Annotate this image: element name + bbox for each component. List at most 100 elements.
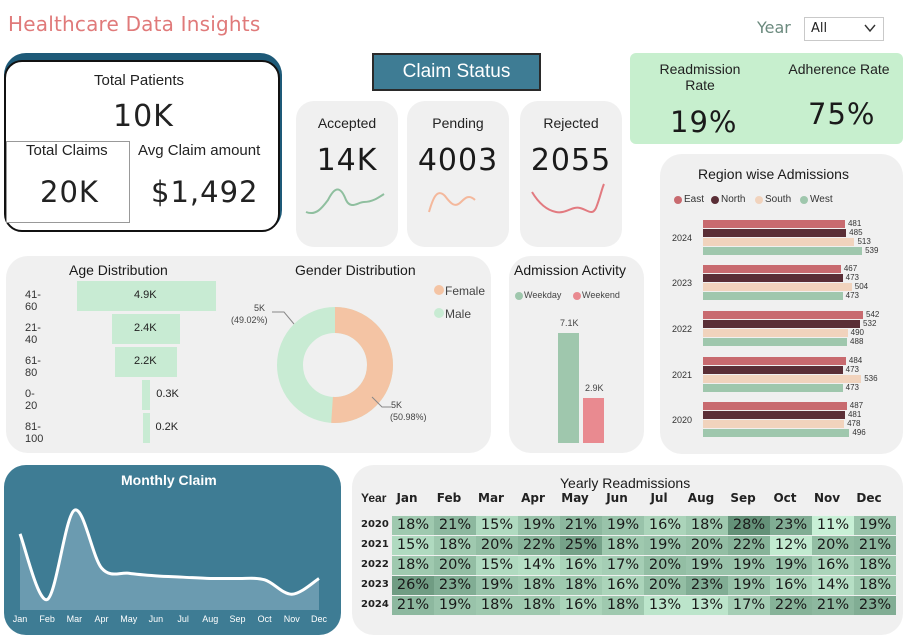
heatmap-cell: 16% (602, 576, 644, 595)
heatmap-month-header: Aug (687, 491, 715, 505)
heatmap-cell: 15% (392, 536, 434, 555)
region-bar-west (703, 429, 850, 437)
legend-north-swatch (711, 196, 719, 204)
gender-distribution-title: Gender Distribution (295, 262, 416, 278)
heatmap-cell: 19% (728, 576, 770, 595)
region-value-label: 473 (845, 291, 859, 300)
month-tick-label: Sep (229, 614, 245, 624)
heatmap-month-header: Jul (650, 491, 668, 505)
heatmap-cell: 16% (560, 556, 602, 575)
monthly-claim-chart: Jan Feb Mar Apr May Jun Jul Aug Sep Oct Nov Dec (13, 508, 327, 624)
pending-value: 4003 (417, 143, 499, 178)
heatmap-cell: 23% (770, 516, 812, 535)
yearly-readmissions-title: Yearly Readmissions (560, 475, 691, 491)
monthly-claim-area (20, 509, 319, 610)
heatmap-month-header: Jun (606, 491, 628, 505)
heatmap-month-header: Oct (773, 491, 797, 505)
heatmap-cell: 18% (434, 536, 476, 555)
heatmap-cell: 17% (602, 556, 644, 575)
total-patients-label: Total Patients (94, 72, 185, 89)
heatmap-cell: 21% (812, 596, 854, 615)
heatmap-cell: 19% (728, 556, 770, 575)
heatmap-cell: 19% (686, 556, 728, 575)
month-tick-label: Feb (39, 614, 55, 624)
heatmap-month-header: May (561, 491, 589, 505)
legend-north-label: North (721, 194, 746, 205)
month-tick-label: Jan (13, 614, 28, 624)
month-tick-label: Jun (149, 614, 164, 624)
heatmap-corner-label: Year (361, 491, 387, 505)
heatmap-cell: 18% (392, 556, 434, 575)
region-bar-west (703, 384, 843, 392)
age-value-label: 4.9K (134, 289, 157, 301)
accepted-value: 14K (316, 143, 378, 178)
region-bar-south (703, 329, 848, 337)
legend-south-label: South (765, 194, 792, 205)
heatmap-cell: 20% (644, 556, 686, 575)
heatmap-cell: 14% (518, 556, 560, 575)
heatmap-year-label: 2023 (361, 579, 389, 590)
age-bar (142, 413, 150, 443)
region-year-label: 2020 (672, 415, 693, 425)
heatmap-cell: 23% (686, 576, 728, 595)
heatmap-month-header: Jan (396, 491, 418, 505)
region-value-label: 478 (847, 419, 861, 428)
heatmap-cell: 25% (560, 536, 602, 555)
region-bar-south (703, 283, 852, 291)
chevron-down-icon (864, 24, 876, 33)
heatmap-cell: 17% (728, 596, 770, 615)
legend-west-label: West (810, 194, 833, 205)
heatmap-cell: 13% (644, 596, 686, 615)
legend-south-swatch (755, 196, 763, 204)
heatmap-cell: 18% (602, 596, 644, 615)
readmission-rate-label: Readmission Rate (659, 61, 741, 93)
heatmap-month-header: Nov (813, 491, 841, 505)
region-value-label: 532 (863, 319, 877, 328)
year-dropdown-value: All (811, 21, 828, 36)
region-bar-east (703, 220, 845, 228)
region-bar-west (703, 247, 863, 255)
age-value-label: 2.2K (134, 355, 157, 367)
heatmap-cell: 16% (812, 556, 854, 575)
heatmap-cell: 18% (686, 516, 728, 535)
weekday-bar (558, 333, 579, 443)
region-bar-west (703, 292, 843, 300)
heatmap-month-header: Apr (521, 491, 545, 505)
avg-claim-label: Avg Claim amount (138, 142, 261, 159)
weekend-bar (583, 398, 604, 443)
heatmap-cell: 21% (392, 596, 434, 615)
male-value-label: 5K (254, 303, 266, 313)
region-value-label: 488 (850, 337, 864, 346)
heatmap-cell: 22% (728, 536, 770, 555)
region-value-label: 490 (850, 328, 864, 337)
legend-weekday-swatch (515, 292, 523, 300)
legend-weekend-label: Weekend (582, 290, 620, 300)
heatmap-cell: 21% (854, 536, 896, 555)
region-value-label: 487 (849, 401, 864, 410)
heatmap-cell: 15% (476, 556, 518, 575)
rejected-label: Rejected (543, 115, 599, 131)
heatmap-cell: 21% (560, 516, 602, 535)
legend-female-swatch (434, 285, 444, 295)
month-tick-label: May (120, 614, 138, 624)
region-value-label: 473 (845, 383, 859, 392)
heatmap-cell: 23% (854, 596, 896, 615)
age-distribution-title: Age Distribution (69, 262, 168, 278)
region-value-label: 536 (864, 374, 878, 383)
heatmap-cell: 20% (476, 536, 518, 555)
year-dropdown[interactable]: All (804, 17, 884, 41)
accepted-label: Accepted (317, 115, 377, 131)
heatmap-month-header: Dec (856, 491, 882, 505)
page-title: Healthcare Data Insights (8, 12, 261, 36)
region-bar-north (703, 274, 843, 282)
legend-west-swatch (800, 196, 808, 204)
heatmap-year-label: 2022 (361, 559, 389, 570)
region-value-label: 467 (843, 264, 858, 273)
heatmap-cell: 20% (686, 536, 728, 555)
heatmap-year-label: 2024 (361, 599, 389, 610)
adherence-rate-value: 75% (808, 97, 876, 131)
heatmap-cell: 22% (770, 596, 812, 615)
heatmap-cell: 21% (434, 516, 476, 535)
region-bar-east (703, 357, 846, 365)
weekend-value-label: 2.9K (585, 383, 604, 394)
